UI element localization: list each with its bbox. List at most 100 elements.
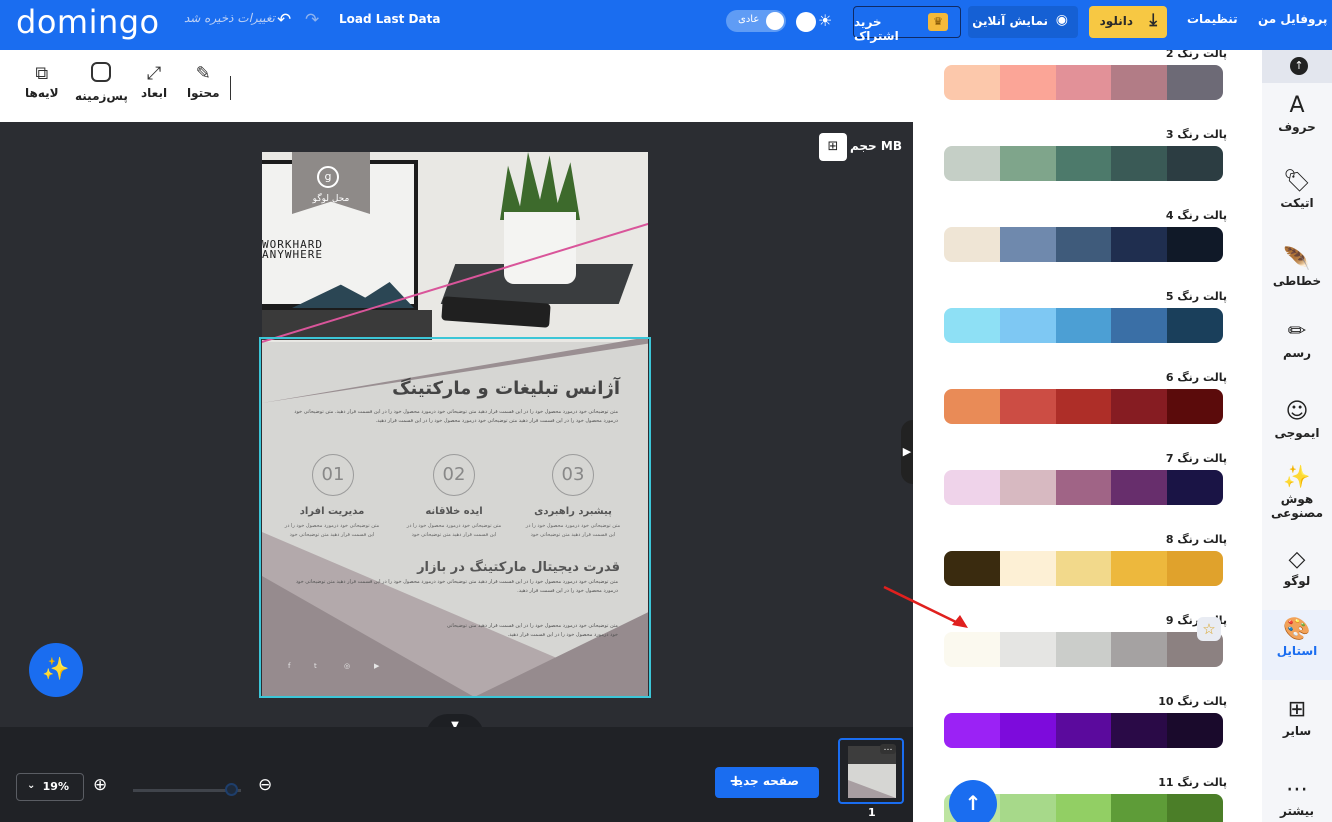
sidebar-item[interactable]: ⊞ سایر	[1262, 690, 1332, 760]
color-palette-row[interactable]	[944, 227, 1223, 262]
palette-swatch[interactable]	[1055, 470, 1112, 505]
load-last-data-button[interactable]: Load Last Data	[339, 12, 440, 26]
online-preview-label: نمایش آنلاین	[972, 14, 1048, 28]
palette-swatch[interactable]	[944, 632, 1000, 667]
palette-swatch[interactable]	[1167, 470, 1223, 505]
sidebar-item[interactable]: ✏ رسم	[1262, 312, 1332, 372]
sun-icon[interactable]: ☀	[818, 11, 832, 30]
sidebar-item[interactable]: A حروف	[1262, 86, 1332, 136]
palette-swatch[interactable]	[1111, 389, 1168, 424]
palette-swatch[interactable]	[999, 794, 1056, 822]
palette-label: پالت رنگ 4	[1165, 209, 1227, 222]
palette-swatch[interactable]	[944, 146, 1000, 181]
scroll-top-button[interactable]: ↑	[949, 780, 997, 822]
palette-swatch[interactable]	[999, 551, 1056, 586]
palette-swatch[interactable]	[1111, 632, 1168, 667]
page-options-icon[interactable]: …	[880, 744, 896, 754]
calculator-icon[interactable]: ⊞	[819, 133, 847, 161]
palette-swatch[interactable]	[1167, 389, 1223, 424]
undo-icon[interactable]: ↶	[277, 10, 291, 30]
sidebar-item[interactable]: ☺ ایموجی	[1262, 392, 1332, 452]
page-thumbnail[interactable]: …	[838, 738, 904, 804]
content-tool[interactable]: ✎ محتوا	[187, 62, 220, 100]
palette-swatch[interactable]	[944, 470, 1000, 505]
palette-swatch[interactable]	[1167, 146, 1223, 181]
sidebar-item[interactable]: ✨ هوش مصنوعی	[1262, 458, 1332, 538]
arrow-up-icon[interactable]: ↑	[1290, 57, 1308, 75]
subscribe-button[interactable]: خرید اشتراک ♛	[853, 6, 961, 43]
color-palette-row[interactable]	[944, 632, 1223, 667]
color-palette-row[interactable]	[944, 308, 1223, 343]
background-tool[interactable]: پس‌زمینه	[75, 62, 128, 103]
sidebar-item[interactable]: ◇ لوگو	[1262, 540, 1332, 600]
palette-swatch[interactable]	[1111, 470, 1168, 505]
palette-swatch[interactable]	[999, 308, 1056, 343]
palette-swatch[interactable]	[999, 470, 1056, 505]
palette-swatch[interactable]	[1055, 308, 1112, 343]
favorite-star-icon[interactable]: ☆	[1197, 617, 1221, 641]
palette-swatch[interactable]	[1055, 551, 1112, 586]
palette-swatch[interactable]	[1111, 713, 1168, 748]
zoom-out-icon[interactable]: ⊖	[258, 775, 272, 795]
new-page-button[interactable]: + صفحه جدید	[715, 767, 819, 798]
palette-swatch[interactable]	[999, 713, 1056, 748]
palette-swatch[interactable]	[1111, 146, 1168, 181]
page-number: 1	[868, 806, 876, 819]
palette-swatch[interactable]	[944, 713, 1000, 748]
theme-toggle[interactable]	[796, 12, 816, 32]
app-logo[interactable]: domingo	[16, 3, 160, 41]
palette-swatch[interactable]	[1055, 713, 1112, 748]
palette-swatch[interactable]	[1111, 308, 1168, 343]
palette-swatch[interactable]	[1055, 632, 1112, 667]
sidebar-item[interactable]: 🏷 اتیکت	[1262, 162, 1332, 232]
palette-swatch[interactable]	[1111, 794, 1168, 822]
settings-link[interactable]: تنظیمات	[1187, 12, 1238, 26]
zoom-in-icon[interactable]: ⊕	[93, 775, 107, 795]
selection-box[interactable]	[259, 337, 651, 698]
color-palette-row[interactable]	[944, 713, 1223, 748]
palette-swatch[interactable]	[1167, 227, 1223, 262]
palette-swatch[interactable]	[1055, 146, 1112, 181]
layers-tool[interactable]: ⧉ لایه‌ها	[25, 62, 59, 100]
palette-swatch[interactable]	[999, 146, 1056, 181]
color-palette-row[interactable]	[944, 551, 1223, 586]
color-palette-row[interactable]	[944, 65, 1223, 100]
palette-swatch[interactable]	[999, 227, 1056, 262]
palette-swatch[interactable]	[1055, 389, 1112, 424]
palette-swatch[interactable]	[1111, 65, 1168, 100]
sidebar-item[interactable]: ⋯ بیشتر	[1262, 770, 1332, 822]
palette-swatch[interactable]	[1055, 227, 1112, 262]
palette-swatch[interactable]	[1167, 65, 1223, 100]
palette-swatch[interactable]	[1055, 794, 1112, 822]
palette-swatch[interactable]	[1167, 794, 1223, 822]
palette-swatch[interactable]	[1167, 551, 1223, 586]
mode-toggle[interactable]: عادی	[726, 10, 786, 32]
download-button[interactable]: دانلود ⤓	[1089, 6, 1167, 38]
palette-swatch[interactable]	[1111, 551, 1168, 586]
sidebar-item[interactable]: 🎨 استایل	[1262, 610, 1332, 680]
dimensions-tool[interactable]: ⤢ ابعاد	[141, 62, 167, 100]
header-photo[interactable]: WORKHARD ANYWHERE g محل لوگو	[262, 152, 648, 342]
palette-swatch[interactable]	[944, 65, 1000, 100]
color-palette-row[interactable]	[944, 146, 1223, 181]
online-preview-button[interactable]: نمایش آنلاین ◉	[968, 6, 1078, 38]
palette-swatch[interactable]	[944, 227, 1000, 262]
palette-swatch[interactable]	[944, 389, 1000, 424]
palette-swatch[interactable]	[999, 389, 1056, 424]
color-palette-row[interactable]	[944, 389, 1223, 424]
sidebar-item[interactable]: 🪶 خطاطی	[1262, 240, 1332, 310]
palette-swatch[interactable]	[999, 632, 1056, 667]
palette-swatch[interactable]	[944, 551, 1000, 586]
collapse-panel-handle[interactable]: ▶	[901, 420, 913, 484]
profile-link[interactable]: پروفایل من	[1258, 12, 1327, 26]
palette-swatch[interactable]	[1111, 227, 1168, 262]
redo-icon[interactable]: ↷	[305, 10, 319, 30]
magic-wand-button[interactable]: ✨	[29, 643, 83, 697]
palette-swatch[interactable]	[1055, 65, 1112, 100]
palette-swatch[interactable]	[1167, 713, 1223, 748]
palette-swatch[interactable]	[999, 65, 1056, 100]
palette-swatch[interactable]	[1167, 308, 1223, 343]
color-palette-row[interactable]	[944, 470, 1223, 505]
zoom-select[interactable]: ⌄ 19%	[16, 773, 84, 801]
palette-swatch[interactable]	[944, 308, 1000, 343]
